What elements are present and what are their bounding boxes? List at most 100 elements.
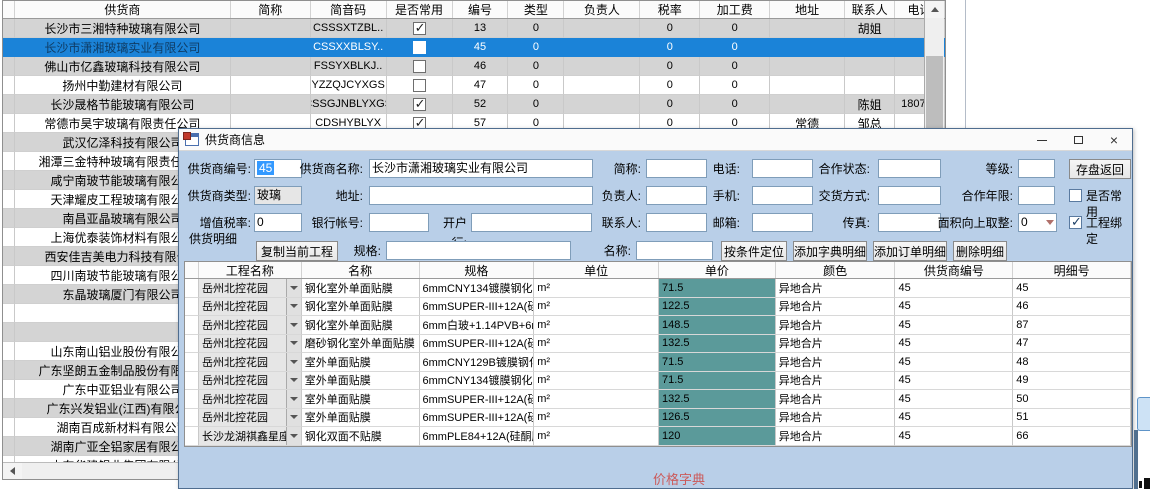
add-dict-detail-button[interactable]: 添加字典明细	[793, 241, 867, 261]
maximize-button[interactable]	[1060, 129, 1096, 151]
coop-years-field[interactable]	[1018, 186, 1055, 205]
detail-row[interactable]: 岳州北控花园 室外单面贴膜 6mmCNY129B镀膜钢化 m² 71.5 异地合…	[185, 353, 1131, 372]
save-return-button[interactable]: 存盘返回	[1069, 159, 1131, 179]
col-header-unit[interactable]: 单位	[534, 262, 659, 278]
combo-dropdown-button[interactable]	[286, 372, 301, 390]
project-combo-cell[interactable]: 岳州北控花园	[199, 335, 302, 354]
combo-dropdown-button[interactable]	[286, 298, 301, 316]
combo-dropdown-button[interactable]	[286, 409, 301, 427]
common-use-checkbox[interactable]	[1069, 189, 1082, 202]
copy-project-button[interactable]: 复制当前工程	[256, 241, 338, 261]
project-combo-cell[interactable]: 岳州北控花园	[199, 372, 302, 391]
project-combo-cell[interactable]: 岳州北控花园	[199, 298, 302, 317]
area-round-combo[interactable]: 0	[1018, 213, 1057, 232]
minimize-button[interactable]	[1024, 129, 1060, 151]
mobile-field[interactable]	[752, 186, 813, 205]
project-combo-cell[interactable]: 岳州北控花园	[199, 353, 302, 372]
supplier-name-label: 供货商名称:	[289, 159, 363, 179]
name-filter-label: 名称:	[601, 241, 631, 261]
delete-detail-button[interactable]: 删除明细	[953, 241, 1007, 261]
price-cell: 126.5	[659, 409, 776, 428]
bank-account-label: 银行帐号:	[289, 213, 363, 233]
supplier-row[interactable]: 佛山市亿鑫玻璃科技有限公司 FSSYXBLKJ.. 46 0 0 0	[3, 57, 945, 76]
common-checkbox[interactable]	[413, 22, 426, 35]
supplier-name-field[interactable]: 长沙市潇湘玻璃实业有限公司	[369, 159, 593, 178]
supplier-row[interactable]: 扬州中勤建材有限公司 YZZQJCYXGS 47 0 0 0	[3, 76, 945, 95]
locate-button[interactable]: 按条件定位	[721, 241, 787, 261]
detail-row[interactable]: 岳州北控花园 室外单面贴膜 6mmSUPER-III+12A(硅.. m² 12…	[185, 409, 1131, 428]
chevron-down-icon	[290, 397, 298, 401]
col-header-name[interactable]: 名称	[302, 262, 420, 278]
coop-years-label: 合作年限:	[919, 186, 1013, 206]
col-header-type[interactable]: 类型	[508, 1, 564, 18]
supplier-info-dialog: 供货商信息 × 供货商编号: 45 供货商名称: 长沙市潇湘玻璃实业有限公司 简…	[178, 128, 1133, 489]
detail-row[interactable]: 岳州北控花园 钢化室外单面贴膜 6mm白玻+1.14PVB+6mm.. m² 1…	[185, 316, 1131, 335]
supplier-row[interactable]: 长沙市潇湘玻璃实业有限公司 CSSXXBLSY.. 45 0 0 0	[3, 38, 945, 57]
detail-row[interactable]: 岳州北控花园 钢化室外单面贴膜 6mmCNY134镀膜钢化 m² 71.5 异地…	[185, 279, 1131, 298]
col-header-tax[interactable]: 税率	[640, 1, 700, 18]
scroll-left-button[interactable]	[3, 463, 22, 479]
common-checkbox[interactable]	[413, 98, 426, 111]
combo-dropdown-button[interactable]	[286, 390, 301, 408]
col-header-code[interactable]: 简音码	[311, 1, 387, 18]
email-field[interactable]	[752, 213, 813, 232]
address-field[interactable]	[369, 186, 593, 205]
bank-account-field[interactable]	[369, 213, 429, 232]
col-header-detail-no[interactable]: 明细号	[1013, 262, 1131, 278]
col-header-common[interactable]: 是否常用	[387, 1, 453, 18]
dialog-titlebar[interactable]: 供货商信息 ×	[179, 129, 1132, 151]
grade-field[interactable]	[1018, 159, 1055, 178]
detail-row[interactable]: 岳州北控花园 磨砂钢化室外单面贴膜 6mmSUPER-III+12A(硅.. m…	[185, 335, 1131, 354]
common-checkbox[interactable]	[413, 41, 426, 54]
col-header-color[interactable]: 颜色	[776, 262, 896, 278]
col-header-fee[interactable]: 加工费	[700, 1, 770, 18]
project-combo-cell[interactable]: 岳州北控花园	[199, 390, 302, 409]
scroll-up-button[interactable]	[925, 1, 944, 18]
email-label: 邮箱:	[684, 213, 740, 233]
project-bind-checkbox[interactable]	[1069, 216, 1082, 229]
price-cell: 148.5	[659, 316, 776, 335]
combo-dropdown-button[interactable]	[286, 427, 301, 445]
col-header-leader[interactable]: 负责人	[564, 1, 640, 18]
project-combo-cell[interactable]: 岳州北控花园	[199, 279, 302, 298]
detail-row[interactable]: 岳州北控花园 室外单面贴膜 6mmSUPER-III+12A(硅.. m² 13…	[185, 390, 1131, 409]
row-header-cell	[3, 361, 15, 380]
name-filter-input[interactable]	[636, 241, 713, 260]
add-order-detail-button[interactable]: 添加订单明细	[873, 241, 947, 261]
combo-dropdown-button[interactable]	[286, 279, 301, 297]
detail-section-label: 供货明细	[189, 229, 249, 249]
supplier-row[interactable]: 长沙晟格节能玻璃有限公司 CSSGJNBLYXGS 52 0 0 0 陈姐 18…	[3, 95, 945, 114]
supplier-type-label: 供货商类型:	[181, 186, 251, 206]
common-use-checkbox-label: 是否常用	[1086, 188, 1132, 204]
coop-status-label: 合作状态:	[809, 159, 870, 179]
combo-dropdown-button[interactable]	[286, 335, 301, 353]
spec-filter-input[interactable]	[386, 241, 571, 260]
supplier-row[interactable]: 长沙市三湘特种玻璃有限公司 CSSSXTZBL.. 13 0 0 0 胡姐	[3, 19, 945, 38]
project-combo-cell[interactable]: 岳州北控花园	[199, 316, 302, 335]
bank-field[interactable]	[471, 213, 592, 232]
col-header-contact[interactable]: 联系人	[845, 1, 895, 18]
project-combo-cell[interactable]: 岳州北控花园	[199, 409, 302, 428]
row-header-cell	[185, 298, 199, 317]
minimize-icon	[1037, 140, 1047, 141]
combo-dropdown-button[interactable]	[286, 316, 301, 334]
col-header-supplier-no[interactable]: 供货商编号	[895, 262, 1013, 278]
col-header-num[interactable]: 编号	[453, 1, 509, 18]
price-cell: 71.5	[659, 279, 776, 298]
col-header-price[interactable]: 单价	[659, 262, 776, 278]
detail-row[interactable]: 长沙龙湖祺鑫星座 钢化双面不贴膜 6mmPLE84+12A(硅酮胶.. m² 1…	[185, 427, 1131, 446]
project-combo-cell[interactable]: 长沙龙湖祺鑫星座	[199, 427, 302, 446]
combo-dropdown-button[interactable]	[286, 353, 301, 371]
col-header-addr[interactable]: 地址	[770, 1, 845, 18]
col-header-abbr[interactable]: 简称	[231, 1, 311, 18]
common-checkbox[interactable]	[413, 60, 426, 73]
phone-field[interactable]	[752, 159, 813, 178]
detail-row[interactable]: 岳州北控花园 钢化室外单面贴膜 6mmSUPER-III+12A(硅.. m² …	[185, 298, 1131, 317]
close-icon[interactable]: ×	[1096, 129, 1132, 151]
abbr-label: 简称:	[575, 159, 641, 179]
col-header-supplier[interactable]: 供货商	[15, 1, 231, 18]
col-header-spec[interactable]: 规格	[420, 262, 535, 278]
detail-row[interactable]: 岳州北控花园 室外单面贴膜 6mmCNY134镀膜钢化 m² 71.5 异地合片…	[185, 372, 1131, 391]
common-checkbox[interactable]	[413, 79, 426, 92]
col-header-project[interactable]: 工程名称	[199, 262, 302, 278]
